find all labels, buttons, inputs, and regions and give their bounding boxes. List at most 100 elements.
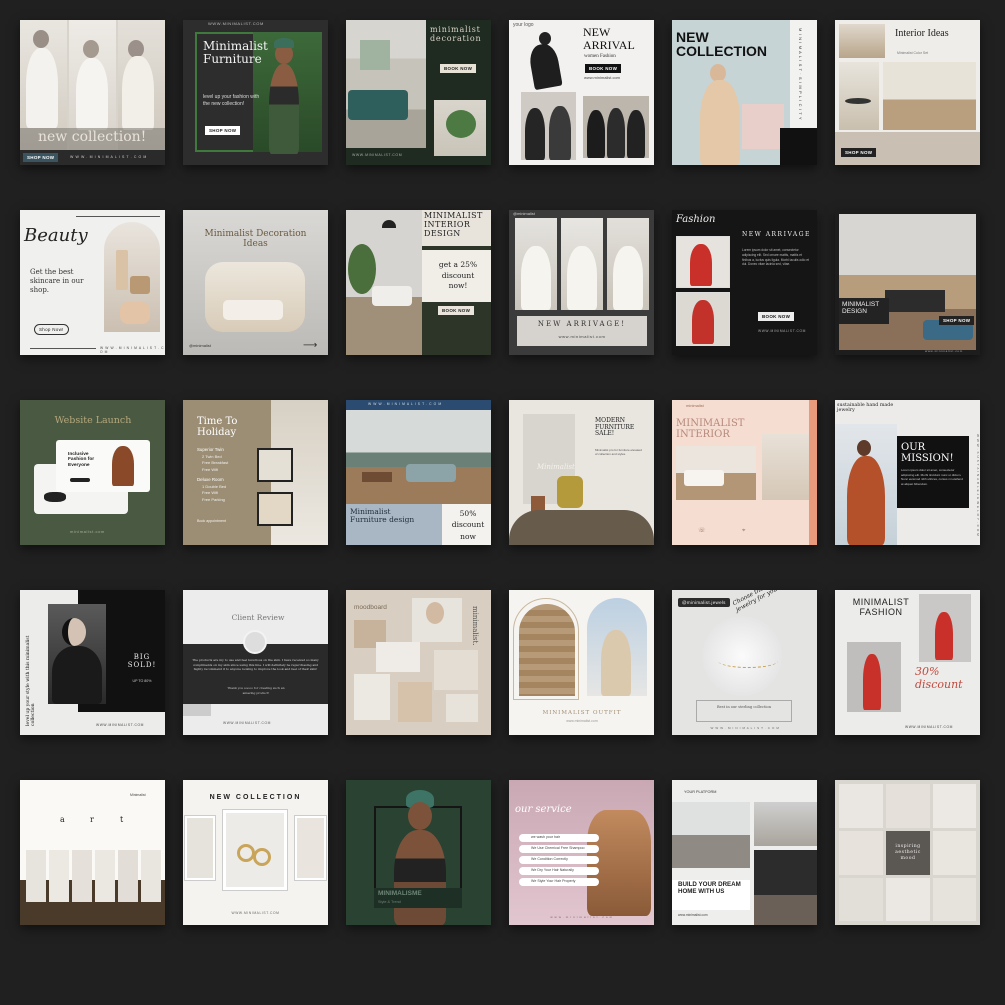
book-now-button[interactable]: BOOK NOW — [440, 64, 477, 73]
template-card[interactable]: Minimalist Decoration Ideas @minimalist … — [183, 210, 328, 355]
template-card[interactable]: minimalist decoration BOOK NOW WWW.MINIM… — [346, 20, 491, 165]
template-card[interactable]: Fashion NEW ARRIVAGE Lorem ipsum dolor s… — [672, 210, 817, 355]
template-card[interactable]: Beauty Get the best skincare in our shop… — [20, 210, 165, 355]
list-item: Free Wifi — [202, 466, 218, 472]
popup-button[interactable] — [70, 478, 90, 482]
template-card[interactable]: sustainable hand made jewelry OUR MISSIO… — [835, 400, 980, 545]
template-card[interactable]: MINIMALIST INTERIOR DESIGN get a 25% dis… — [346, 210, 491, 355]
list-item: we wash your hair — [519, 834, 599, 842]
model — [700, 80, 740, 165]
template-card[interactable]: minimalist MINIMALIST INTERIOR ☏ ⌖ — [672, 400, 817, 545]
website-url: W W W . M I N I M A L I S T . C O M — [100, 346, 165, 354]
shop-now-button[interactable]: SHOP NOW — [939, 316, 975, 325]
chair — [372, 286, 412, 306]
shop-now-button[interactable]: SHOP NOW — [23, 153, 59, 162]
book-now-button[interactable]: BOOK NOW — [585, 64, 622, 73]
list-item: We Condition Correctly — [519, 855, 599, 864]
model-head — [408, 802, 432, 830]
photo-tile — [118, 850, 138, 902]
website-url: www.minimalist.com — [678, 913, 708, 917]
template-card[interactable]: @minimalist NEW ARRIVAGE! www.minimalist… — [509, 210, 654, 355]
template-card[interactable]: Website Launch Inclusive Fashion for Eve… — [20, 400, 165, 545]
title: Interior Ideas — [895, 28, 949, 39]
caption: MINIMALIST OUTFIT — [542, 710, 622, 716]
title: MODERN FURNITURE SALE! — [595, 417, 635, 438]
script-title: Fashion — [676, 214, 716, 225]
template-card[interactable]: MINIMALISME Style & Trend — [346, 780, 491, 925]
table — [362, 472, 392, 482]
hand — [120, 302, 150, 324]
template-card[interactable]: Interior Ideas Minimalist Color Set SHOP… — [835, 20, 980, 165]
website-url: WWW.MINIMALIST.COM — [223, 721, 271, 725]
footer-line — [30, 348, 96, 349]
body-text: Minimalist pro for furniture elevated of… — [595, 448, 642, 457]
template-card[interactable]: inspiring aesthetic mood — [835, 780, 980, 925]
subtitle: UP TO 80% — [132, 679, 152, 683]
floor-band — [509, 510, 654, 545]
pink-block — [742, 104, 784, 149]
model — [935, 612, 953, 660]
list-item: Superior Twin — [197, 447, 224, 452]
title: NEW COLLECTION — [676, 29, 767, 59]
book-now-button[interactable]: BOOK NOW — [438, 306, 475, 315]
knitwear-photo — [519, 604, 575, 696]
photo-tile — [933, 784, 976, 828]
template-card[interactable]: Client Review The products are my to use… — [183, 590, 328, 735]
template-card[interactable]: MINIMALIST OUTFIT www.minimalist.com — [509, 590, 654, 735]
template-card[interactable]: new collection! SHOP NOW W W W . M I N I… — [20, 20, 165, 165]
template-card[interactable]: your logo NEW ARRIVAL women Fashion BOOK… — [509, 20, 654, 165]
shop-now-button[interactable]: SHOP NOW — [205, 126, 241, 135]
photo-tile — [933, 878, 976, 921]
thanks-text: Thank you soooo for creating such an ama… — [227, 686, 285, 695]
title: BUILD YOUR DREAM HOME WITH US — [678, 881, 741, 895]
model — [549, 106, 571, 160]
template-card[interactable]: NEW COLLECTION WWW.MINIMALIST.COM — [183, 780, 328, 925]
necklace — [718, 654, 778, 668]
book-now-button[interactable]: BOOK NOW — [758, 312, 795, 321]
list-item: We Dry Your Hair Naturally — [519, 866, 599, 875]
side-text: minimalist. — [471, 606, 479, 646]
template-card[interactable]: @minimalist.jewels Choose the right jewe… — [672, 590, 817, 735]
amenity-list: Superior Twin 2 Twin Bed Free Breakfast … — [197, 447, 259, 502]
letter: t — [120, 815, 124, 824]
title: moodboard — [354, 604, 387, 611]
handle: @minimalist — [189, 343, 211, 348]
list-item: Free Wifi — [202, 490, 218, 496]
title: Minimalist Decoration Ideas — [204, 229, 307, 249]
website-url: WWW.MINIMALIST.COM — [905, 725, 953, 729]
service-list: we wash your hair We Use Chemical Free S… — [519, 834, 599, 886]
phone-icon: ☏ — [698, 527, 706, 534]
template-card[interactable]: Time To Holiday Superior Twin 2 Twin Bed… — [183, 400, 328, 545]
template-card[interactable]: YOUR PLATFORM BUILD YOUR DREAM HOME WITH… — [672, 780, 817, 925]
photo-tile — [886, 878, 930, 921]
room-photo — [754, 850, 817, 925]
title: NEW ARRIVAGE! — [537, 320, 627, 328]
shoe — [44, 492, 66, 502]
caption: Best in our sterling collection — [716, 705, 772, 709]
template-card[interactable]: NEW COLLECTION M I N I M A L I S T · S I… — [672, 20, 817, 165]
website-url: WWW.MINIMALIST.COM — [208, 21, 264, 26]
turban — [274, 38, 294, 48]
shop-now-button[interactable]: SHOP NOW — [841, 148, 877, 157]
template-card[interactable]: BIG SOLD! UP TO 80% level up your style … — [20, 590, 165, 735]
shop-now-button[interactable]: Shop Now! — [34, 324, 69, 335]
template-card[interactable]: MINIMALIST DESIGN SHOP NOW www.minimalis… — [835, 210, 980, 355]
template-card[interactable]: moodboard minimalist. — [346, 590, 491, 735]
template-card[interactable]: Minimalist MODERN FURNITURE SALE! Minima… — [509, 400, 654, 545]
photo-tile — [839, 878, 883, 921]
template-card[interactable]: WWW.MINIMALIST.COM Minimalist Furniture … — [183, 20, 328, 165]
brand: YOUR PLATFORM — [684, 790, 717, 794]
website-url: WWW.MINIMALIST.COM — [352, 153, 403, 157]
template-card[interactable]: MINIMALIST FASHION 30% discount WWW.MINI… — [835, 590, 980, 735]
arrow-icon[interactable]: ⟶ — [303, 340, 317, 351]
website-url: www.minimalist.com — [558, 334, 606, 339]
template-grid: new collection! SHOP NOW W W W . M I N I… — [20, 20, 985, 925]
mood-text: inspiring aesthetic mood — [895, 844, 921, 861]
lamp — [382, 220, 396, 228]
body-text: level up your fashion with the new colle… — [203, 94, 260, 107]
photo-tile — [839, 784, 883, 828]
template-card[interactable]: W W W . M I N I M A L I S T . C O M Mini… — [346, 400, 491, 545]
body-text: Get the best skincare in our shop. — [30, 268, 84, 295]
template-card[interactable]: Minimalist a r t — [20, 780, 165, 925]
template-card[interactable]: our service we wash your hair We Use Che… — [509, 780, 654, 925]
